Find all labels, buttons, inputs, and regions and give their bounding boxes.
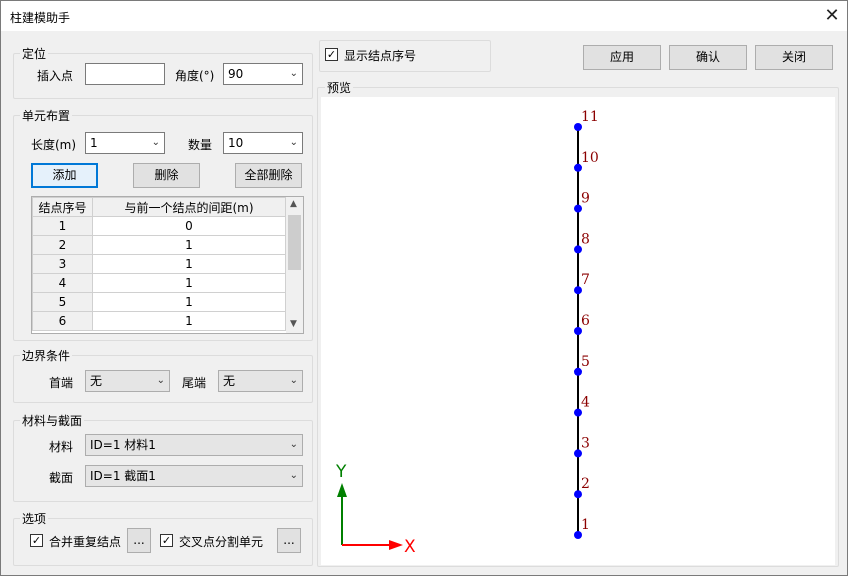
split-checkbox[interactable]: ✓: [160, 534, 173, 547]
chevron-down-icon: ⌄: [151, 137, 160, 148]
position-group-title: 定位: [20, 45, 49, 62]
material-label: 材料: [49, 440, 74, 454]
node-label: 3: [581, 435, 590, 451]
chevron-down-icon: ⌄: [289, 439, 298, 450]
head-value: 无: [90, 374, 103, 388]
preview-svg: 1 2 3 4 5 6 7 8 9 10 11 Y X: [335, 109, 599, 557]
x-axis-arrow-icon: [389, 540, 403, 550]
node-label: 5: [581, 354, 590, 370]
col-header-node-no: 结点序号: [32, 197, 93, 217]
y-axis-label: Y: [335, 462, 347, 482]
chevron-down-icon: ⌄: [289, 375, 298, 386]
angle-value: 90: [228, 67, 244, 81]
node-label: 9: [581, 191, 590, 207]
show-node-numbers-checkbox[interactable]: ✓: [325, 48, 338, 61]
section-label: 截面: [49, 471, 74, 485]
table-row[interactable]: 1 0: [32, 216, 286, 236]
node-label: 11: [581, 109, 599, 125]
chevron-down-icon: ⌄: [156, 375, 165, 386]
length-combo[interactable]: 1 ⌄: [85, 132, 165, 154]
node-label: 2: [581, 476, 590, 492]
node-label: 4: [581, 395, 590, 411]
section-combo[interactable]: ID=1 截面1 ⌄: [85, 465, 303, 487]
col-header-distance: 与前一个结点的间距(m): [92, 197, 286, 217]
node-label: 10: [581, 150, 599, 166]
row-distance[interactable]: 1: [92, 292, 286, 312]
tail-combo[interactable]: 无 ⌄: [218, 370, 303, 392]
count-label: 数量: [188, 138, 213, 152]
node-table-grid: 结点序号 与前一个结点的间距(m) 1 0 2 1 3 1 4 1 5 1 6 …: [32, 197, 286, 331]
node-label: 6: [581, 313, 590, 329]
section-value: ID=1 截面1: [90, 469, 156, 483]
row-node-no: 2: [32, 235, 93, 255]
merge-nodes-checkbox[interactable]: ✓: [30, 534, 43, 547]
apply-button[interactable]: 应用: [583, 45, 661, 70]
show-node-numbers-label: 显示结点序号: [344, 49, 417, 63]
node-label: 1: [581, 517, 590, 533]
row-distance[interactable]: 1: [92, 254, 286, 274]
unit-layout-group-title: 单元布置: [20, 107, 73, 124]
table-row[interactable]: 6 1: [32, 311, 286, 331]
insert-point-input[interactable]: [85, 63, 165, 85]
row-distance[interactable]: 1: [92, 311, 286, 331]
count-value: 10: [228, 136, 244, 150]
length-label: 长度(m): [31, 138, 77, 152]
split-label: 交叉点分割单元: [179, 535, 264, 549]
material-value: ID=1 材料1: [90, 438, 156, 452]
table-row[interactable]: 3 1: [32, 254, 286, 274]
merge-nodes-label: 合并重复结点: [49, 535, 122, 549]
split-options-button[interactable]: ...: [277, 528, 301, 553]
row-node-no: 5: [32, 292, 93, 312]
count-combo[interactable]: 10 ⌄: [223, 132, 303, 154]
head-label: 首端: [49, 376, 74, 390]
row-node-no: 4: [32, 273, 93, 293]
table-row[interactable]: 5 1: [32, 292, 286, 312]
tail-label: 尾端: [182, 376, 207, 390]
title-bar: 柱建模助手 ✕: [1, 1, 847, 31]
table-row[interactable]: 2 1: [32, 235, 286, 255]
row-node-no: 1: [32, 216, 93, 236]
delete-all-button[interactable]: 全部删除: [235, 163, 302, 188]
y-axis-arrow-icon: [337, 483, 347, 497]
material-section-group-title: 材料与截面: [20, 412, 85, 429]
close-icon[interactable]: ✕: [817, 1, 847, 31]
chevron-down-icon: ⌄: [289, 137, 298, 148]
table-header-row: 结点序号 与前一个结点的间距(m): [32, 197, 286, 217]
confirm-button[interactable]: 确认: [669, 45, 747, 70]
row-distance[interactable]: 1: [92, 273, 286, 293]
table-row[interactable]: 4 1: [32, 273, 286, 293]
scroll-down-icon[interactable]: ▼: [290, 319, 297, 329]
node-label: 7: [581, 272, 590, 288]
length-value: 1: [90, 136, 98, 150]
row-node-no: 3: [32, 254, 93, 274]
dialog-window: 柱建模助手 ✕ 定位 插入点 角度(°) 90 ⌄ 单元布置 长度(m) 1 ⌄…: [0, 0, 848, 576]
row-distance[interactable]: 1: [92, 235, 286, 255]
scroll-up-icon[interactable]: ▲: [290, 199, 297, 209]
angle-label: 角度(°): [175, 69, 215, 83]
window-title: 柱建模助手: [10, 11, 71, 25]
scrollbar-thumb[interactable]: [288, 215, 301, 270]
material-combo[interactable]: ID=1 材料1 ⌄: [85, 434, 303, 456]
head-combo[interactable]: 无 ⌄: [85, 370, 170, 392]
add-button[interactable]: 添加: [31, 163, 98, 188]
row-distance[interactable]: 0: [92, 216, 286, 236]
boundary-group-title: 边界条件: [20, 347, 73, 364]
chevron-down-icon: ⌄: [289, 68, 298, 79]
row-node-no: 6: [32, 311, 93, 331]
merge-options-button[interactable]: ...: [127, 528, 151, 553]
node-label: 8: [581, 231, 590, 247]
chevron-down-icon: ⌄: [289, 470, 298, 481]
preview-canvas[interactable]: 1 2 3 4 5 6 7 8 9 10 11 Y X: [321, 97, 835, 565]
tail-value: 无: [223, 374, 236, 388]
close-button[interactable]: 关闭: [755, 45, 833, 70]
node-table[interactable]: 结点序号 与前一个结点的间距(m) 1 0 2 1 3 1 4 1 5 1 6 …: [31, 196, 304, 334]
preview-title: 预览: [325, 79, 354, 96]
insert-point-label: 插入点: [37, 69, 74, 83]
x-axis-label: X: [404, 537, 416, 557]
material-section-group: [13, 420, 313, 502]
delete-button[interactable]: 删除: [133, 163, 200, 188]
angle-combo[interactable]: 90 ⌄: [223, 63, 303, 85]
table-scrollbar[interactable]: ▲ ▼: [286, 197, 303, 333]
options-group-title: 选项: [20, 510, 49, 527]
